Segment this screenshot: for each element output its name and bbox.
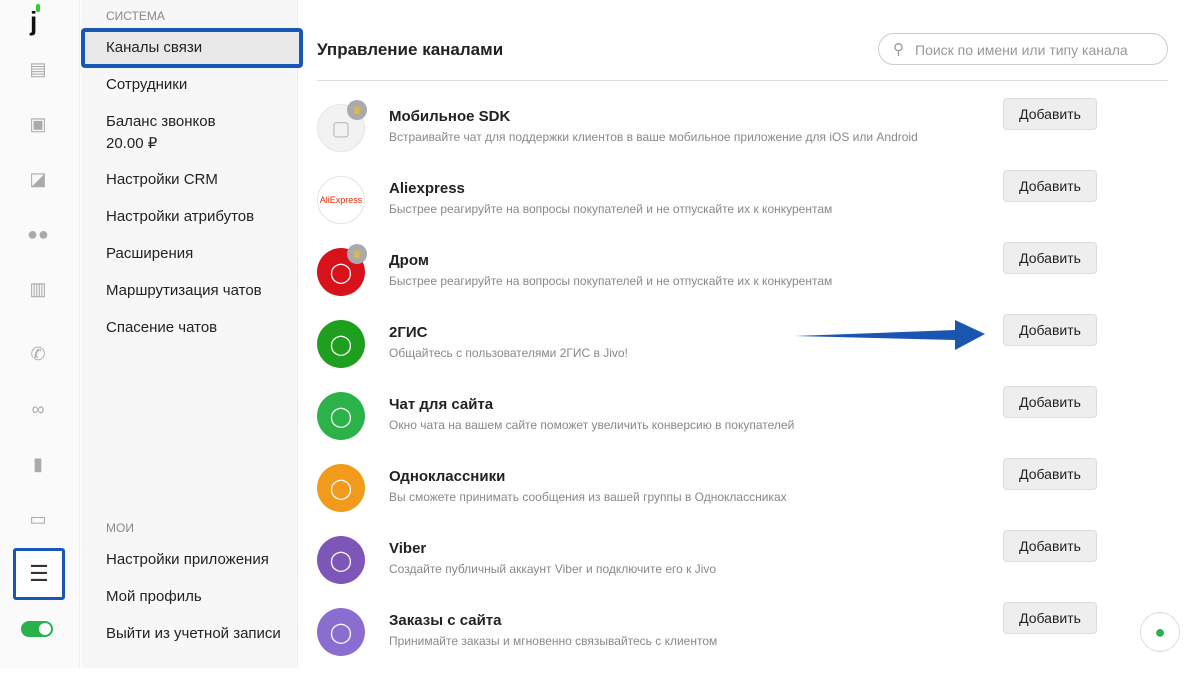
help-button[interactable]: ● [1140, 612, 1180, 652]
channel-name: Чат для сайта [389, 396, 494, 413]
section-system: СИСТЕМА [106, 9, 165, 23]
page-title: Управление каналами [317, 40, 504, 59]
channel-row: ▢ ♛ Мобильное SDK Встраивайте чат для по… [317, 98, 1168, 176]
channel-description: Быстрее реагируйте на вопросы покупателе… [389, 274, 833, 288]
sidebar-item-balance[interactable]: Баланс звонков [106, 113, 216, 130]
search-icon: ⚲ [893, 41, 904, 58]
balance-value: 20.00 ₽ [106, 135, 158, 152]
add-channel-button[interactable]: Добавить [1003, 530, 1097, 562]
contacts-icon[interactable]: ▣ [26, 112, 50, 136]
channel-row: ◯ Чат для сайта Окно чата на вашем сайте… [317, 386, 1168, 464]
settings-sidebar: СИСТЕМА Каналы связи Сотрудники Баланс з… [81, 0, 303, 668]
sidebar-item-logout[interactable]: Выйти из учетной записи [106, 625, 281, 642]
sidebar-item-routing[interactable]: Маршрутизация чатов [106, 282, 262, 299]
sidebar-item-attributes[interactable]: Настройки атрибутов [106, 208, 254, 225]
channel-row: AliExpress Aliexpress Быстрее реагируйте… [317, 170, 1168, 248]
channel-row: ◯ Заказы с сайта Принимайте заказы и мгн… [317, 602, 1168, 680]
add-channel-button[interactable]: Добавить [1003, 602, 1097, 634]
card-icon[interactable]: ▭ [26, 507, 50, 531]
sidebar-item-channels[interactable]: Каналы связи [81, 28, 303, 68]
channel-logo-icon: ◯ [317, 464, 365, 512]
channel-row: ◯ Одноклассники Вы сможете принимать соо… [317, 458, 1168, 536]
phone-icon[interactable]: ✆ [26, 342, 50, 366]
add-channel-button[interactable]: Добавить [1003, 314, 1097, 346]
annotation-arrow-icon [795, 320, 985, 350]
channel-name: Мобильное SDK [389, 108, 511, 125]
sidebar-item-extensions[interactable]: Расширения [106, 245, 193, 262]
settings-sliders-icon[interactable]: ☰ [13, 548, 65, 600]
channel-description: Быстрее реагируйте на вопросы покупателе… [389, 202, 833, 216]
team-icon[interactable]: ●● [26, 222, 50, 246]
binoculars-icon[interactable]: ∞ [26, 397, 50, 421]
add-channel-button[interactable]: Добавить [1003, 170, 1097, 202]
icon-rail: j ▤ ▣ ◪ ●● ▥ ✆ ∞ ▮ ▭ ☰ [0, 0, 80, 668]
sidebar-item-crm[interactable]: Настройки CRM [106, 171, 218, 188]
jivo-logo: j [30, 4, 41, 36]
channel-row: ◯ Viber Создайте публичный аккаунт Viber… [317, 530, 1168, 608]
channel-name: Одноклассники [389, 468, 506, 485]
add-channel-button[interactable]: Добавить [1003, 386, 1097, 418]
channel-logo-icon: ◯ [317, 608, 365, 656]
sidebar-item-app-settings[interactable]: Настройки приложения [106, 551, 269, 568]
chat-icon[interactable]: ▤ [26, 57, 50, 81]
logo-text: AliExpress [319, 195, 363, 205]
sidebar-item-profile[interactable]: Мой профиль [106, 588, 202, 605]
channel-name: Viber [389, 540, 427, 557]
sidebar-item-staff[interactable]: Сотрудники [106, 76, 187, 93]
add-channel-button[interactable]: Добавить [1003, 98, 1097, 130]
channel-row: ◯ 2ГИС Общайтесь с пользователями 2ГИС в… [317, 314, 1168, 392]
crown-icon: ♛ [347, 100, 367, 120]
divider [317, 80, 1168, 81]
add-channel-button[interactable]: Добавить [1003, 458, 1097, 490]
search-input[interactable]: ⚲ Поиск по имени или типу канала [878, 33, 1168, 65]
channel-logo-icon: AliExpress [317, 176, 365, 224]
channel-description: Встраивайте чат для поддержки клиентов в… [389, 130, 918, 144]
stats-icon[interactable]: ▮ [26, 452, 50, 476]
presentation-icon[interactable]: ◪ [26, 167, 50, 191]
crown-icon: ♛ [347, 244, 367, 264]
add-channel-button[interactable]: Добавить [1003, 242, 1097, 274]
channel-logo-icon: ◯ [317, 320, 365, 368]
channel-description: Общайтесь с пользователями 2ГИС в Jivo! [389, 346, 628, 360]
channel-description: Окно чата на вашем сайте поможет увеличи… [389, 418, 795, 432]
channel-description: Принимайте заказы и мгновенно связывайте… [389, 634, 718, 648]
section-mine: МОИ [106, 521, 134, 535]
search-placeholder: Поиск по имени или типу канала [915, 42, 1128, 58]
channel-description: Создайте публичный аккаунт Viber и подкл… [389, 562, 717, 576]
channel-name: 2ГИС [389, 324, 428, 341]
channel-row: ◯ ♛ Дром Быстрее реагируйте на вопросы п… [317, 242, 1168, 320]
channel-name: Дром [389, 252, 429, 269]
channel-name: Aliexpress [389, 180, 465, 197]
channel-name: Заказы с сайта [389, 612, 502, 629]
channel-logo-icon: ◯ [317, 392, 365, 440]
sidebar-item-rescue[interactable]: Спасение чатов [106, 319, 217, 336]
online-toggle[interactable] [21, 621, 53, 637]
channel-description: Вы сможете принимать сообщения из вашей … [389, 490, 787, 504]
analytics-plus-icon[interactable]: ▥ [26, 277, 50, 301]
channel-logo-icon: ◯ [317, 536, 365, 584]
